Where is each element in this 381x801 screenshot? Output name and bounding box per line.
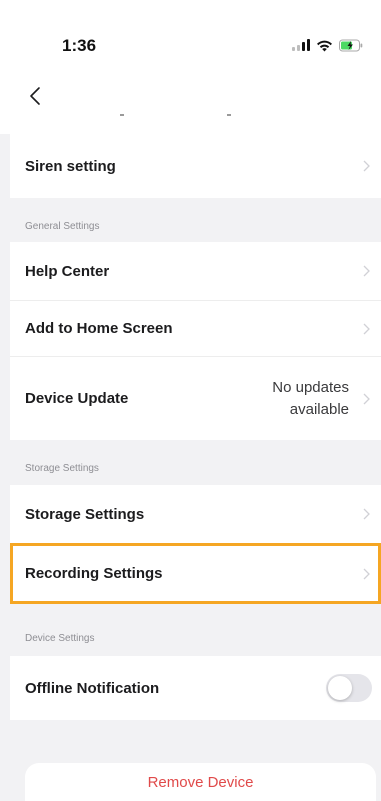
- device-update-status-line: available: [289, 400, 349, 418]
- battery-charging-icon: [339, 39, 363, 51]
- device-update-status: No updates available: [272, 377, 349, 421]
- toggle-knob: [328, 676, 352, 700]
- storage-settings-row[interactable]: Storage Settings: [10, 485, 381, 543]
- chevron-right-icon: [363, 265, 370, 277]
- chevron-right-icon: [363, 568, 370, 579]
- recording-settings-label: Recording Settings: [25, 565, 163, 582]
- storage-settings-header: Storage Settings: [25, 463, 99, 474]
- siren-setting-row[interactable]: Siren setting: [10, 134, 381, 198]
- general-settings-header: General Settings: [25, 221, 100, 232]
- siren-setting-label: Siren setting: [25, 157, 116, 175]
- chevron-right-icon: [363, 160, 370, 172]
- help-center-row[interactable]: Help Center: [10, 242, 381, 300]
- add-to-home-screen-label: Add to Home Screen: [25, 320, 173, 337]
- cellular-signal-icon: [292, 39, 310, 51]
- device-settings-header: Device Settings: [25, 633, 95, 644]
- wifi-icon: [317, 40, 332, 51]
- status-time: 1:36: [62, 36, 97, 55]
- chevron-right-icon: [363, 393, 370, 404]
- device-update-status-line: No updates: [272, 378, 349, 396]
- chevron-left-icon[interactable]: [26, 84, 46, 108]
- remove-device-button[interactable]: Remove Device: [25, 763, 376, 801]
- offline-notification-toggle[interactable]: [326, 674, 372, 702]
- offline-notification-label: Offline Notification: [25, 679, 160, 697]
- help-center-label: Help Center: [25, 262, 110, 280]
- add-to-home-screen-row[interactable]: Add to Home Screen: [10, 301, 381, 356]
- offline-notification-row: Offline Notification: [10, 656, 381, 720]
- device-update-label: Device Update: [25, 390, 129, 407]
- chevron-right-icon: [363, 508, 370, 520]
- title-placeholder-mark: [227, 114, 231, 116]
- settings-screen: 1:36 Siren setting General Settings Help…: [0, 0, 381, 801]
- device-update-row[interactable]: Device Update No updates available: [10, 357, 381, 440]
- status-icons: [292, 36, 363, 54]
- storage-settings-label: Storage Settings: [25, 505, 145, 523]
- title-placeholder-mark: [120, 114, 124, 116]
- navigation-bar: [0, 76, 381, 134]
- chevron-right-icon: [363, 323, 370, 334]
- status-bar: 1:36: [0, 0, 381, 76]
- recording-settings-row[interactable]: Recording Settings: [10, 543, 381, 604]
